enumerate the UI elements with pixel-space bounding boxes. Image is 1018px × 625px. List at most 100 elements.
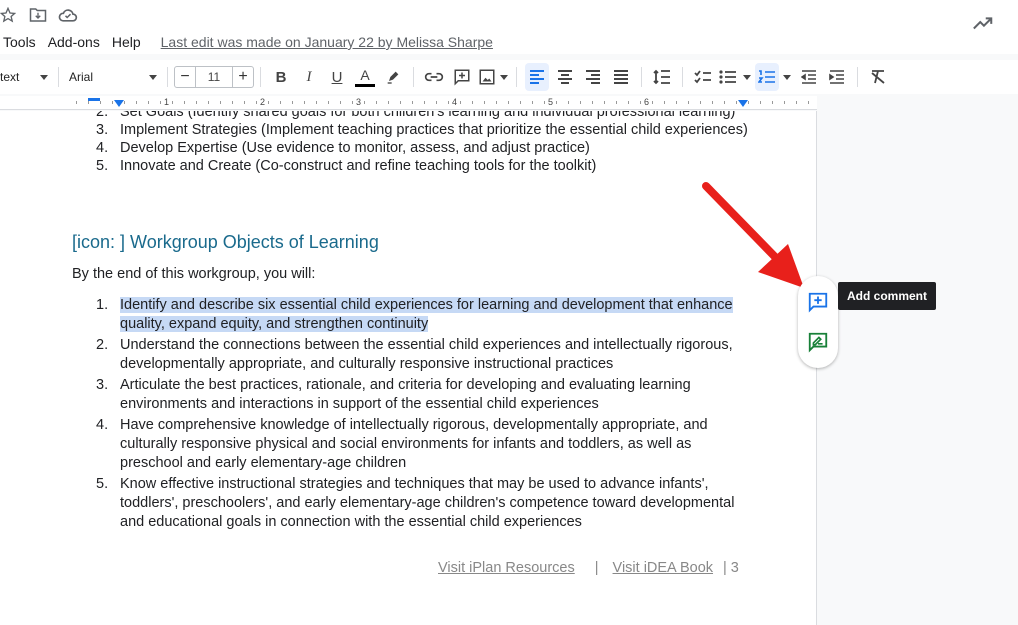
menu-help[interactable]: Help [106,34,147,50]
clear-formatting-button[interactable] [866,63,890,91]
list-number: 2. [96,111,109,120]
list-item[interactable]: 3. Articulate the best practices, rationa… [72,376,752,414]
list-item-text: Innovate and Create (Co-construct and re… [120,158,597,174]
idea-book-link[interactable]: Visit iDEA Book [613,559,713,577]
ruler-number: 1 [164,97,170,107]
ruler-tick [460,101,461,104]
text-color-button[interactable]: A [353,63,377,91]
ruler-tick [268,101,269,104]
insert-image-button[interactable] [478,63,508,91]
ruler-tick [700,101,701,104]
toolbar-divider [167,67,168,87]
align-right-button[interactable] [581,63,605,91]
decrease-font-button[interactable]: − [175,67,195,87]
clear-formatting-icon [871,70,885,84]
ruler-tick [196,101,197,104]
suggest-edits-button[interactable] [804,328,832,356]
title-bar [0,0,1018,30]
ruler-tick [244,101,245,104]
align-center-icon [558,70,572,84]
left-indent-marker[interactable] [114,100,124,107]
ruler-tick [412,101,413,104]
font-dropdown[interactable]: Arial [65,63,161,91]
goals-list: 2. Set Goals (Identify shared goals for b… [72,111,752,175]
ruler-tick [316,101,317,104]
numbered-list-dropdown-icon[interactable] [783,74,791,80]
add-comment-button[interactable] [804,288,832,316]
list-item[interactable]: 4. Develop Expertise (Use evidence to mon… [72,139,752,157]
decrease-indent-button[interactable] [797,63,821,91]
list-item[interactable]: 2. Set Goals (Identify shared goals for b… [72,111,752,121]
link-icon [424,72,444,82]
font-size-input[interactable]: 11 [195,67,233,87]
ruler-tick [172,101,173,104]
insert-link-button[interactable] [422,63,446,91]
menu-tools[interactable]: Tools [0,34,42,50]
italic-button[interactable]: I [297,63,321,91]
justify-icon [614,70,628,84]
increase-indent-button[interactable] [825,63,849,91]
list-item[interactable]: 4. Have comprehensive knowledge of intell… [72,416,752,473]
star-icon[interactable] [0,6,18,24]
move-to-folder-icon[interactable] [28,6,48,24]
ruler-tick [508,101,509,104]
list-item[interactable]: 2. Understand the connections between the… [72,336,752,374]
list-number: 1. [96,297,109,313]
list-item-text: Articulate the best practices, rationale… [120,377,691,412]
justify-button[interactable] [609,63,633,91]
ruler-tick [784,101,785,104]
ruler-tick [748,101,749,104]
floating-comment-panel [798,276,838,368]
ruler-tick [304,101,305,104]
ruler-tick [376,101,377,104]
ruler-tick [592,101,593,104]
chevron-down-icon [743,74,751,80]
ruler-tick [712,101,713,104]
right-indent-marker[interactable] [738,100,748,107]
underline-button[interactable]: U [325,63,349,91]
ruler-tick [424,101,425,104]
list-item-text: Develop Expertise (Use evidence to monit… [120,140,590,156]
ruler-number: 6 [644,97,650,107]
last-edit-link[interactable]: Last edit was made on January 22 by Meli… [161,34,493,50]
list-item[interactable]: 5. Know effective instructional strategie… [72,475,752,532]
cloud-status-icon[interactable] [58,6,78,24]
intro-paragraph: By the end of this workgroup, you will: [72,266,316,282]
bulleted-list-icon [719,70,736,84]
numbered-list-button[interactable] [755,63,779,91]
highlight-color-button[interactable] [381,63,405,91]
line-spacing-icon [653,69,670,85]
decrease-indent-icon [801,70,816,84]
ruler-tick [484,101,485,104]
objectives-list: 1. Identify and describe six essential ch… [72,296,752,534]
menu-addons[interactable]: Add-ons [42,34,106,50]
toolbar-divider [516,67,517,87]
align-center-button[interactable] [553,63,577,91]
ruler-tick [256,101,257,104]
insert-comment-button[interactable] [450,63,474,91]
list-item[interactable]: 5. Innovate and Create (Co-construct and … [72,157,752,175]
selected-text[interactable]: Identify and describe six essential chil… [120,297,733,332]
toolbar-divider [413,67,414,87]
bulleted-list-button[interactable] [719,63,751,91]
list-item[interactable]: 3. Implement Strategies (Implement teachi… [72,121,752,139]
section-heading: [icon: ] Workgroup Objects of Learning [72,232,379,252]
ruler-tick [184,101,185,104]
checklist-button[interactable] [691,63,715,91]
first-line-indent-handle[interactable] [88,98,100,101]
ruler[interactable]: 1 2 3 4 5 6 [0,96,817,110]
bold-button[interactable]: B [269,63,293,91]
increase-font-button[interactable]: + [233,67,253,87]
ruler-tick [544,101,545,104]
iplan-resources-link[interactable]: Visit iPlan Resources [438,559,575,577]
toolbar-divider [58,67,59,87]
list-item[interactable]: 1. Identify and describe six essential ch… [72,296,752,334]
document-canvas[interactable]: 2. Set Goals (Identify shared goals for b… [0,111,817,625]
style-dropdown[interactable]: text [0,63,52,91]
ruler-tick [76,101,77,104]
list-item-text: Have comprehensive knowledge of intellec… [120,417,708,471]
ruler-tick [496,101,497,104]
align-left-button[interactable] [525,63,549,91]
line-spacing-button[interactable] [650,63,674,91]
ruler-tick [688,101,689,104]
